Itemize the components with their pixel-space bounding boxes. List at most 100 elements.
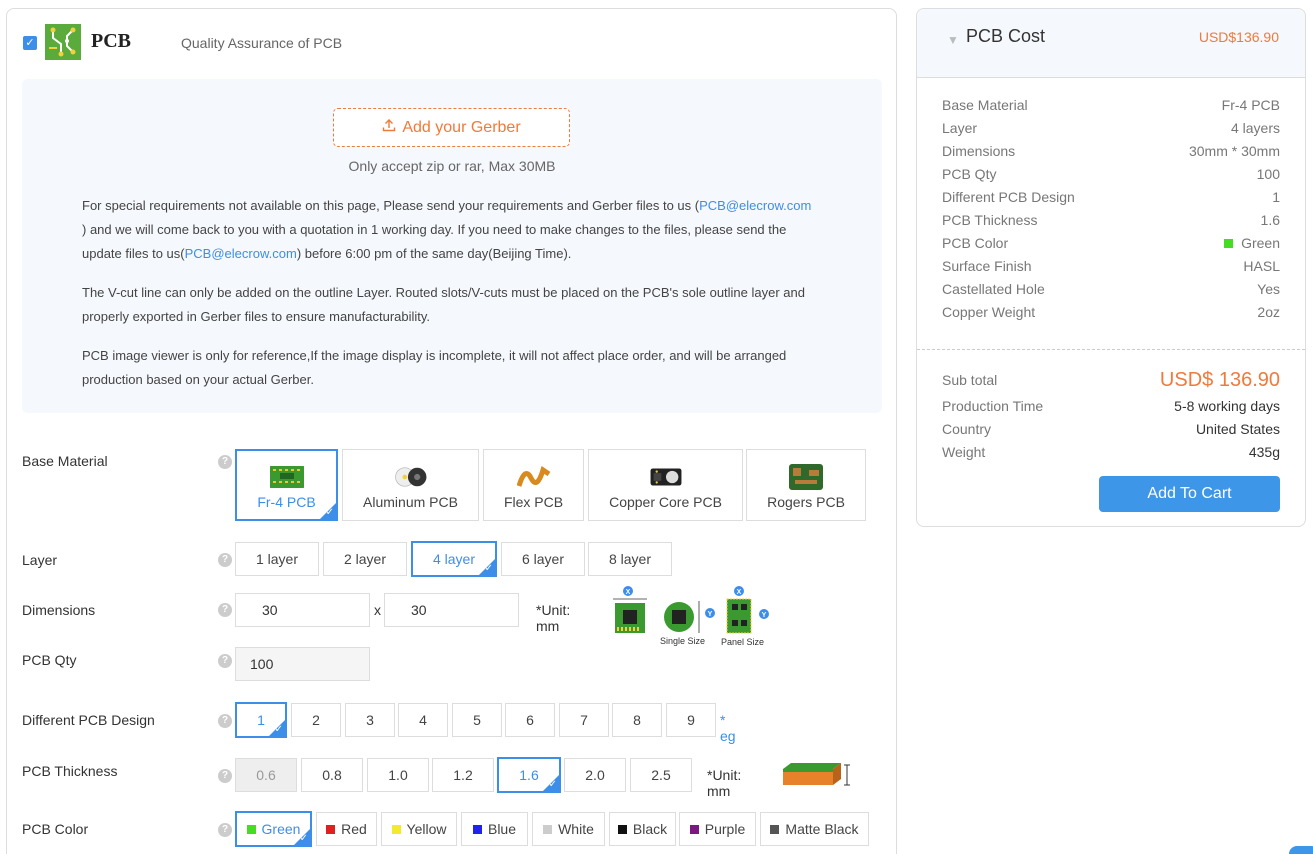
copper-core-board-icon [650, 468, 681, 486]
cost-item-value: 2oz [1257, 304, 1280, 320]
thickness-option-label: 1.0 [388, 767, 408, 783]
add-to-cart-button[interactable]: Add To Cart [1099, 476, 1280, 512]
design-example-link[interactable]: * eg [720, 712, 736, 744]
note-text: For special requirements not available o… [82, 198, 700, 213]
color-swatch [689, 824, 699, 834]
color-option-purple[interactable]: Purple [679, 812, 756, 846]
cost-summary: Sub total USD$ 136.90 Production Time 5-8 … [942, 366, 1280, 463]
country-label: Country [942, 420, 992, 437]
cost-item-value: 30mm * 30mm [1188, 143, 1280, 159]
material-option-aluminum[interactable]: Aluminum PCB [342, 449, 479, 521]
color-option-label: Purple [704, 821, 746, 837]
cost-header-total: USD$136.90 [1198, 29, 1279, 45]
design-option-4[interactable]: 4 [398, 703, 448, 737]
color-option-black[interactable]: Black [609, 812, 676, 846]
material-label: Fr-4 PCB [257, 494, 316, 510]
thickness-option-1-2[interactable]: 1.2 [432, 758, 494, 792]
email-link[interactable]: PCB@elecrow.com [699, 198, 811, 213]
help-icon[interactable]: ? [218, 769, 232, 783]
aluminum-board-icon [394, 467, 426, 487]
color-option-red[interactable]: Red [316, 812, 377, 846]
design-option-5[interactable]: 5 [452, 703, 502, 737]
thickness-option-2-5[interactable]: 2.5 [630, 758, 692, 792]
color-swatch [1224, 239, 1234, 248]
layer-option-6[interactable]: 6 layer [501, 542, 585, 576]
cost-item-label: Base Material [942, 97, 1028, 113]
layer-option-2[interactable]: 2 layer [323, 542, 407, 576]
note-paragraph-1: For special requirements not available o… [82, 194, 812, 266]
cost-item-label: Surface Finish [942, 258, 1032, 274]
dimension-y-input[interactable]: 30 [384, 593, 519, 627]
color-option-label: Black [632, 821, 668, 837]
cost-item-value: 100 [1256, 166, 1280, 182]
help-icon[interactable]: ? [218, 455, 232, 469]
color-option-label: Green [261, 821, 301, 837]
color-option-white[interactable]: White [532, 812, 605, 846]
material-option-fr4[interactable]: Fr-4 PCB ✓ [235, 449, 338, 521]
cost-item-value: Fr-4 PCB [1221, 97, 1280, 113]
design-option-8[interactable]: 8 [612, 703, 662, 737]
check-icon: ✓ [548, 779, 557, 790]
dimension-size-diagram: X Y Single Size X Y Panel Size [613, 586, 769, 647]
help-icon[interactable]: ? [218, 603, 232, 617]
different-design-label: Different PCB Design [22, 712, 155, 728]
chat-widget-icon[interactable] [1289, 846, 1313, 854]
upload-note: Only accept zip or rar, Max 30MB [348, 158, 556, 174]
check-icon: ✓ [274, 724, 283, 735]
upload-icon [382, 118, 396, 137]
pcb-cost-panel: ▼ PCB Cost USD$136.90 Base Material Fr-4 … [916, 8, 1306, 527]
color-option-yellow[interactable]: Yellow [381, 812, 457, 846]
country-value: United States [1195, 420, 1280, 437]
design-option-label: 9 [687, 712, 695, 728]
cost-item: PCB Qty 100 [942, 166, 1280, 189]
design-option-6[interactable]: 6 [505, 703, 555, 737]
cost-item-value-with-swatch: Green [1224, 235, 1280, 258]
y-badge-label: Y [762, 612, 767, 619]
layer-label: Layer [22, 552, 58, 568]
layer-option-1[interactable]: 1 layer [235, 542, 319, 576]
layer-option-label: 1 layer [255, 551, 299, 567]
panel-size-caption: Panel Size [721, 637, 764, 647]
material-option-copper-core[interactable]: Copper Core PCB [588, 449, 743, 521]
production-time-value: 5-8 working days [1174, 397, 1280, 414]
dimension-x-input[interactable]: 30 [235, 593, 370, 627]
help-icon[interactable]: ? [218, 654, 232, 668]
thickness-option-1-6[interactable]: 1.6 ✓ [497, 757, 561, 793]
color-swatch [617, 824, 627, 834]
help-icon[interactable]: ? [218, 553, 232, 567]
thickness-option-1-0[interactable]: 1.0 [367, 758, 429, 792]
layer-option-4[interactable]: 4 layer ✓ [411, 541, 497, 577]
design-option-9[interactable]: 9 [666, 703, 716, 737]
color-option-matte-black[interactable]: Matte Black [760, 812, 869, 846]
thickness-option-label: 0.8 [322, 767, 342, 783]
add-gerber-button[interactable]: Add your Gerber [333, 108, 570, 147]
design-option-1[interactable]: 1 ✓ [235, 702, 287, 738]
cost-header[interactable]: ▼ PCB Cost USD$136.90 [917, 9, 1305, 78]
color-option-green[interactable]: Green ✓ [235, 811, 312, 847]
cost-item-label: PCB Qty [942, 166, 997, 182]
design-option-2[interactable]: 2 [291, 703, 341, 737]
material-option-flex[interactable]: Flex PCB [483, 449, 584, 521]
color-option-blue[interactable]: Blue [461, 812, 528, 846]
cost-item-label: Copper Weight [942, 304, 1036, 320]
pcb-qty-input[interactable]: 100 [235, 647, 370, 681]
design-option-3[interactable]: 3 [345, 703, 395, 737]
color-option-label: Blue [487, 821, 517, 837]
thickness-option-0-6: 0.6 [235, 758, 297, 792]
cost-item: Dimensions 30mm * 30mm [942, 143, 1280, 166]
thickness-option-0-8[interactable]: 0.8 [301, 758, 363, 792]
collapse-triangle-icon[interactable]: ▼ [947, 33, 959, 47]
flex-board-icon [516, 466, 550, 487]
pcb-checkbox[interactable]: ✓ [23, 36, 37, 50]
design-option-label: 1 [257, 712, 265, 728]
cost-item: Different PCB Design 1 [942, 189, 1280, 212]
thickness-option-label: 1.2 [453, 767, 473, 783]
design-option-7[interactable]: 7 [559, 703, 609, 737]
help-icon[interactable]: ? [218, 714, 232, 728]
thickness-option-2-0[interactable]: 2.0 [564, 758, 626, 792]
help-icon[interactable]: ? [218, 823, 232, 837]
email-link[interactable]: PCB@elecrow.com [185, 246, 297, 261]
material-option-rogers[interactable]: Rogers PCB [746, 449, 866, 521]
layer-option-8[interactable]: 8 layer [588, 542, 672, 576]
check-icon: ✓ [299, 833, 308, 844]
